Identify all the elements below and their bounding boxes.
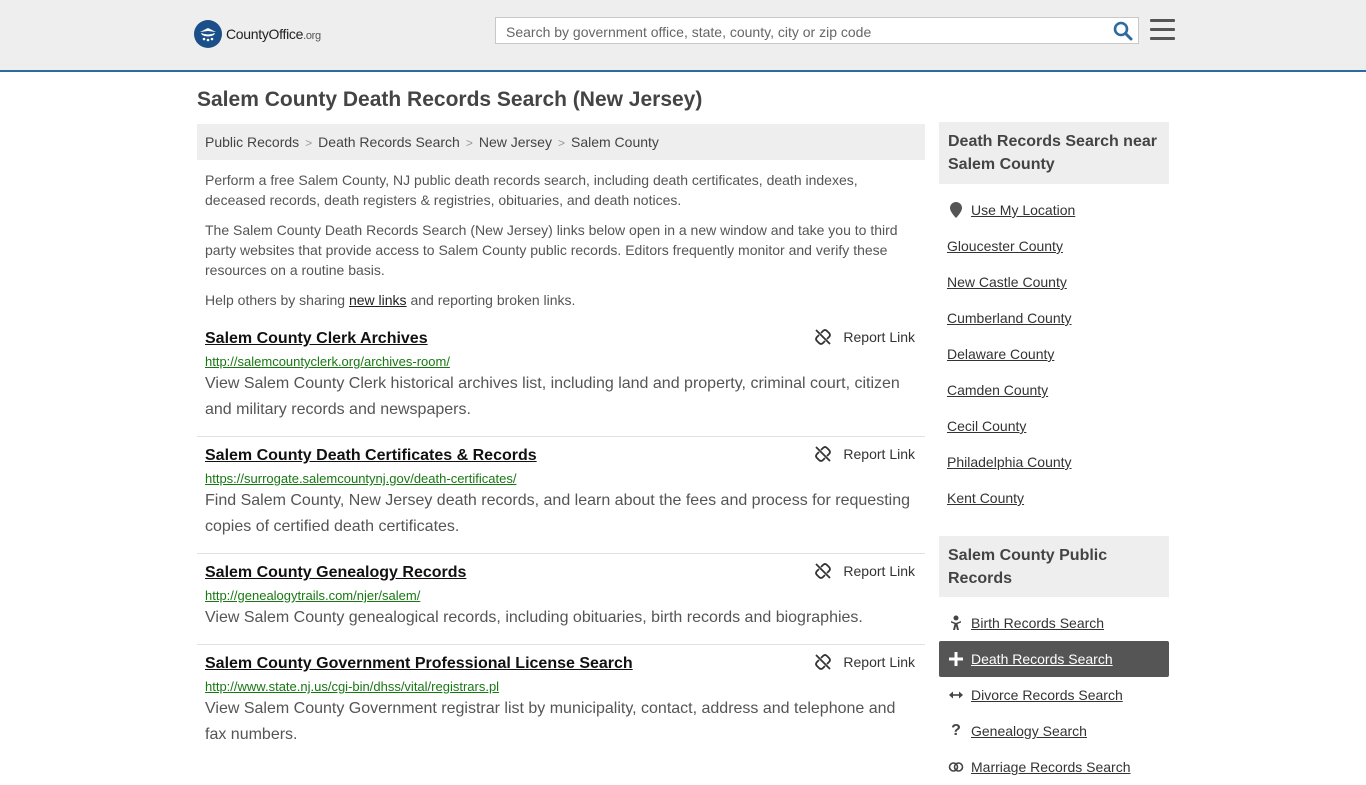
seal-icon xyxy=(194,20,222,48)
result-title[interactable]: Salem County Genealogy Records xyxy=(205,564,466,582)
intro-paragraph-3: Help others by sharing new links and rep… xyxy=(205,292,576,308)
result-title[interactable]: Salem County Government Professional Lic… xyxy=(205,655,633,673)
sidebar-item-genealogy[interactable]: ? Genealogy Search xyxy=(939,713,1169,749)
report-link-button[interactable]: Report Link xyxy=(815,654,915,670)
nearby-county-link[interactable]: Philadelphia County xyxy=(947,454,1072,470)
baby-icon xyxy=(947,615,965,631)
intro-paragraph-2: The Salem County Death Records Search (N… xyxy=(205,222,898,278)
result-description: View Salem County Government registrar l… xyxy=(205,700,896,743)
breadcrumb-salem-county[interactable]: Salem County xyxy=(571,134,659,150)
sidebar-item-death-records[interactable]: Death Records Search xyxy=(939,641,1169,677)
result-title[interactable]: Salem County Clerk Archives xyxy=(205,330,428,348)
nearby-county-link[interactable]: New Castle County xyxy=(947,274,1067,290)
site-logo[interactable]: CountyOffice.org xyxy=(194,20,321,48)
result-item: Salem County Clerk Archives Report Link … xyxy=(197,320,925,437)
nearby-county-link[interactable]: Cumberland County xyxy=(947,310,1072,326)
result-url[interactable]: http://salemcountyclerk.org/archives-roo… xyxy=(205,354,917,369)
chevron-right-icon: > xyxy=(305,136,313,150)
sidebar-item-divorce-records[interactable]: Divorce Records Search xyxy=(939,677,1169,713)
result-url[interactable]: http://www.state.nj.us/cgi-bin/dhss/vita… xyxy=(205,679,917,694)
chevron-right-icon: > xyxy=(557,136,565,150)
nearby-heading: Death Records Search near Salem County xyxy=(939,122,1169,184)
broken-link-icon xyxy=(815,446,832,462)
nearby-county-link[interactable]: Camden County xyxy=(947,382,1048,398)
result-url[interactable]: http://genealogytrails.com/njer/salem/ xyxy=(205,588,917,603)
top-bar: CountyOffice.org xyxy=(0,0,1366,72)
use-my-location-link[interactable]: Use My Location xyxy=(939,192,1169,228)
breadcrumb: Public Records > Death Records Search > New … xyxy=(197,124,925,160)
arrows-split-icon xyxy=(947,689,965,701)
nearby-county-link[interactable]: Delaware County xyxy=(947,346,1054,362)
result-description: View Salem County Clerk historical archi… xyxy=(205,375,900,418)
breadcrumb-new-jersey[interactable]: New Jersey xyxy=(479,134,552,150)
hamburger-menu-icon[interactable] xyxy=(1150,19,1175,41)
broken-link-icon xyxy=(815,654,832,670)
intro-paragraph-1: Perform a free Salem County, NJ public d… xyxy=(205,172,858,208)
public-records-heading: Salem County Public Records xyxy=(939,536,1169,597)
chevron-right-icon: > xyxy=(465,136,473,150)
question-icon: ? xyxy=(951,722,961,739)
result-description: Find Salem County, New Jersey death reco… xyxy=(205,492,910,535)
search-icon[interactable] xyxy=(1113,21,1133,41)
result-item: Salem County Genealogy Records Report Li… xyxy=(197,554,925,645)
nearby-county-link[interactable]: Gloucester County xyxy=(947,238,1063,254)
broken-link-icon xyxy=(815,329,832,345)
result-title[interactable]: Salem County Death Certificates & Record… xyxy=(205,447,537,465)
report-link-button[interactable]: Report Link xyxy=(815,446,915,462)
broken-link-icon xyxy=(815,563,832,579)
result-url[interactable]: https://surrogate.salemcountynj.gov/deat… xyxy=(205,471,917,486)
rings-icon xyxy=(947,761,965,773)
report-link-button[interactable]: Report Link xyxy=(815,563,915,579)
map-pin-icon xyxy=(947,202,965,218)
sidebar-item-marriage-records[interactable]: Marriage Records Search xyxy=(939,749,1169,785)
page-title: Salem County Death Records Search (New J… xyxy=(197,88,703,111)
result-item: Salem County Government Professional Lic… xyxy=(197,645,925,768)
search-box xyxy=(495,17,1139,44)
cross-icon xyxy=(947,652,965,666)
nearby-county-link[interactable]: Cecil County xyxy=(947,418,1026,434)
breadcrumb-death-records-search[interactable]: Death Records Search xyxy=(318,134,460,150)
result-description: View Salem County genealogical records, … xyxy=(205,609,863,626)
nearby-county-link[interactable]: Kent County xyxy=(947,490,1024,506)
logo-text: CountyOffice.org xyxy=(226,26,321,42)
breadcrumb-public-records[interactable]: Public Records xyxy=(205,134,299,150)
new-links-link[interactable]: new links xyxy=(349,292,407,308)
result-item: Salem County Death Certificates & Record… xyxy=(197,437,925,554)
sidebar-item-birth-records[interactable]: Birth Records Search xyxy=(939,605,1169,641)
report-link-button[interactable]: Report Link xyxy=(815,329,915,345)
search-input[interactable] xyxy=(504,21,1108,43)
